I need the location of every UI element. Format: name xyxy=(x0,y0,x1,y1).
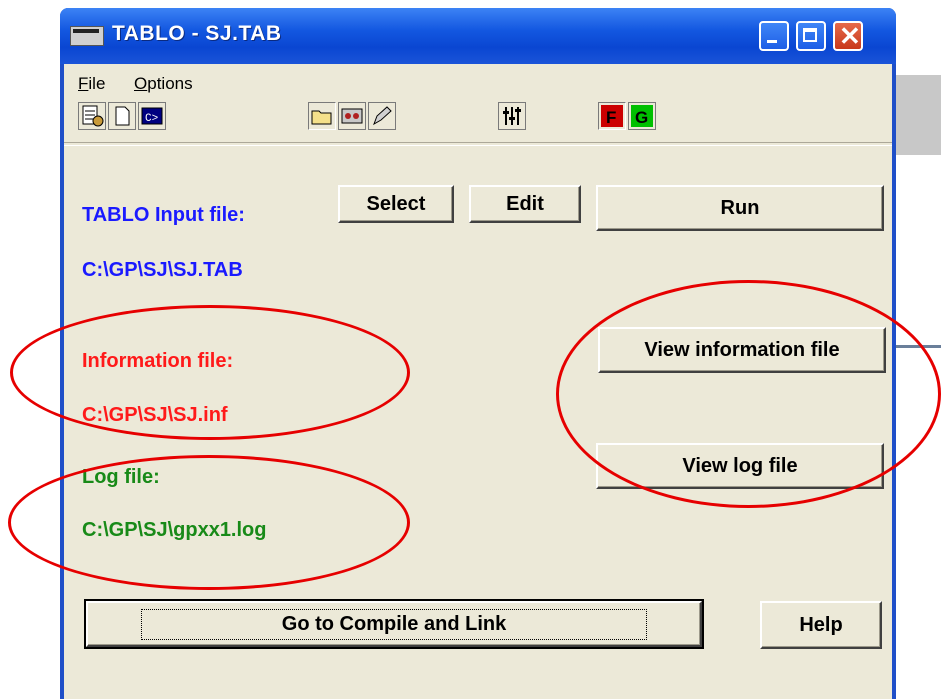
gempack-icon[interactable]: G xyxy=(628,102,656,130)
help-button-label: Help xyxy=(799,613,843,636)
annotation-ellipse-log xyxy=(8,455,410,590)
toolbar-separator xyxy=(64,142,892,146)
help-button[interactable]: Help xyxy=(760,601,882,649)
menu-options[interactable]: Options xyxy=(134,74,193,94)
open-folder-icon[interactable] xyxy=(308,102,336,130)
run-button[interactable]: Run xyxy=(596,185,884,231)
menu-bar: File Options xyxy=(64,64,892,100)
menu-file-rest: ile xyxy=(88,74,106,93)
annotation-ellipse-information xyxy=(10,305,410,440)
close-icon: ✕ xyxy=(839,21,861,51)
svg-text:F: F xyxy=(606,108,616,127)
svg-text:C>: C> xyxy=(145,113,158,125)
menu-options-rest: ptions xyxy=(147,74,193,93)
svg-text:G: G xyxy=(635,108,648,127)
command-prompt-icon[interactable]: C> xyxy=(138,102,166,130)
app-icon xyxy=(70,26,104,46)
tablo-input-label: TABLO Input file: xyxy=(82,204,245,226)
tablo-input-path: C:\GP\SJ\SJ.TAB xyxy=(82,259,243,281)
maximize-button[interactable] xyxy=(796,21,826,51)
pencil-icon[interactable] xyxy=(368,102,396,130)
sliders-icon[interactable] xyxy=(498,102,526,130)
minimize-button[interactable] xyxy=(759,21,789,51)
annotation-ellipse-buttons xyxy=(556,280,941,508)
fortran-icon[interactable]: F xyxy=(598,102,626,130)
new-file-icon[interactable] xyxy=(108,102,136,130)
compile-link-label: Go to Compile and Link xyxy=(140,608,648,640)
title-bar[interactable]: TABLO - SJ.TAB ✕ xyxy=(60,8,896,64)
menu-file[interactable]: File xyxy=(78,74,105,94)
compile-link-button[interactable]: Go to Compile and Link xyxy=(84,599,704,649)
edit-button[interactable]: Edit xyxy=(469,185,581,223)
window-title: TABLO - SJ.TAB xyxy=(112,22,282,45)
background-window-fragment xyxy=(896,75,941,155)
select-button[interactable]: Select xyxy=(338,185,454,223)
edit-button-label: Edit xyxy=(506,192,544,215)
select-button-label: Select xyxy=(366,192,426,215)
toolbar: C> F G xyxy=(64,102,892,136)
tape-icon[interactable] xyxy=(338,102,366,130)
run-button-label: Run xyxy=(720,196,760,219)
close-button[interactable]: ✕ xyxy=(833,21,863,51)
wizard-icon[interactable] xyxy=(78,102,106,130)
